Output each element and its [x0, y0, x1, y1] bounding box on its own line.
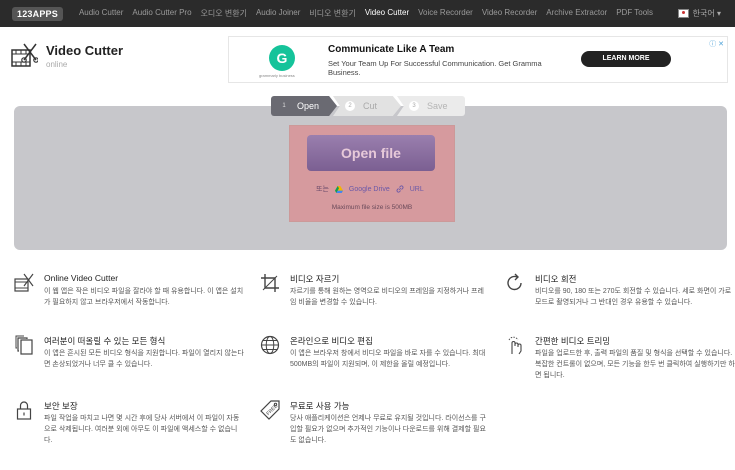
step-number: 2 — [345, 101, 355, 111]
globe-icon — [260, 335, 280, 355]
url-link[interactable]: URL — [410, 186, 424, 193]
ad-title[interactable]: Communicate Like A Team — [328, 44, 454, 55]
google-drive-link[interactable]: Google Drive — [349, 186, 390, 193]
feature-title: 무료로 사용 가능 — [290, 401, 350, 411]
step-number: 1 — [282, 103, 286, 109]
korea-flag-icon — [677, 9, 689, 18]
step-label: Save — [427, 101, 448, 111]
crop-icon — [261, 274, 279, 292]
nav-item-video-cutter[interactable]: Video Cutter — [365, 8, 409, 19]
upload-dropzone[interactable]: Open file 또는 Google Drive URL Maximum fi… — [289, 125, 455, 222]
feature-description: 파일을 업로드한 후, 출력 파일의 품질 및 형식을 선택할 수 있습니다. … — [535, 350, 735, 379]
feature-description: 자르기를 통해 원하는 영역으로 비디오의 프레임을 지정하거나 프레임 비율을… — [290, 288, 484, 306]
video-cutter-logo-icon — [11, 43, 38, 67]
feature-title: 여러분이 떠올릴 수 있는 모든 형식 — [44, 336, 166, 346]
step-cut: 2 Cut — [333, 96, 401, 116]
step-open: 1 Open — [271, 96, 337, 116]
feature-description: 비디오를 90, 180 또는 270도 회전할 수 있습니다. 세로 화면이 … — [535, 288, 732, 306]
page-title: Video Cutter — [46, 43, 124, 58]
step-number: 3 — [409, 101, 419, 111]
nav-item-pdf-tools[interactable]: PDF Tools — [616, 8, 653, 19]
step-label: Open — [297, 101, 320, 111]
ad-learn-more-button[interactable]: LEARN MORE — [581, 51, 671, 67]
feature-title: 온라인으로 비디오 편집 — [290, 336, 373, 346]
feature-description: 이 앱은 흔시된 모든 비디오 형식을 지원합니다. 파일이 열리지 않는다면 … — [44, 350, 244, 368]
page-subtitle: online — [46, 60, 68, 69]
ad-description: Set Your Team Up For Successful Communic… — [328, 59, 542, 77]
max-file-size-note: Maximum file size is 500MB — [331, 204, 413, 211]
or-label: 또는 — [316, 186, 329, 193]
apps-logo[interactable]: 123APPS — [12, 6, 63, 21]
top-nav: 123APPS Audio Cutter Audio Cutter Pro 오디… — [0, 0, 735, 27]
files-icon — [15, 335, 33, 355]
nav-item-audio-cutter-pro[interactable]: Audio Cutter Pro — [132, 8, 191, 19]
nav-item-audio-cutter[interactable]: Audio Cutter — [79, 8, 123, 19]
nav-item-archive-extractor[interactable]: Archive Extractor — [546, 8, 607, 19]
lock-icon — [16, 401, 32, 420]
feature-title: 간편한 비디오 트리밍 — [535, 336, 611, 346]
step-label: Cut — [363, 101, 378, 111]
free-tag-icon: FREE — [260, 400, 280, 420]
language-selector[interactable]: 한국어 ▾ — [677, 8, 721, 19]
alternate-sources: 또는 Google Drive URL — [316, 184, 424, 194]
video-file-icon — [14, 273, 34, 292]
nav-item-video-recorder[interactable]: Video Recorder — [482, 8, 537, 19]
grammarly-logo-icon: G — [269, 45, 295, 71]
app-menu: Audio Cutter Audio Cutter Pro 오디오 변환기 Au… — [79, 8, 662, 19]
nav-item-video-converter[interactable]: 비디오 변환기 — [309, 8, 355, 19]
feature-title: 비디오 회전 — [535, 274, 577, 284]
feature-description: 이 웹 앱은 작은 비디오 파일을 잘라야 할 때 유용합니다. 이 앱은 설치… — [44, 288, 244, 306]
feature-description: 파일 작업을 마치고 나면 몇 시간 후에 당사 서버에서 이 파일이 자동으로… — [44, 415, 240, 444]
language-label: 한국어 ▾ — [692, 9, 721, 18]
ad-choices-icon[interactable]: ⓘ ✕ — [709, 39, 724, 49]
nav-item-voice-recorder[interactable]: Voice Recorder — [418, 8, 473, 19]
open-file-button[interactable]: Open file — [307, 135, 435, 171]
feature-title: Online Video Cutter — [44, 273, 119, 283]
feature-description: 이 앱은 브라우저 창에서 비디오 파일을 바로 자를 수 있습니다. 최대 5… — [290, 350, 486, 368]
touch-icon — [508, 336, 522, 355]
rotate-icon — [507, 273, 522, 291]
nav-item-audio-converter[interactable]: 오디오 변환기 — [201, 8, 247, 19]
app-header: Video Cutter online — [10, 42, 123, 70]
nav-item-audio-joiner[interactable]: Audio Joiner — [256, 8, 300, 19]
feature-description: 당사 애플리케이션은 언제나 무료로 유지될 것입니다. 라이선스를 구입할 필… — [290, 415, 486, 444]
google-drive-icon — [334, 185, 343, 193]
link-icon — [396, 185, 404, 193]
feature-title: 보안 보장 — [44, 401, 78, 411]
advertisement-banner[interactable]: G grammarly business Communicate Like A … — [228, 36, 728, 83]
step-save: 3 Save — [397, 96, 465, 116]
feature-title: 비디오 자르기 — [290, 274, 340, 284]
step-indicator: 1 Open 2 Cut 3 Save — [271, 96, 465, 116]
ad-logo-text: grammarly business — [259, 73, 295, 78]
